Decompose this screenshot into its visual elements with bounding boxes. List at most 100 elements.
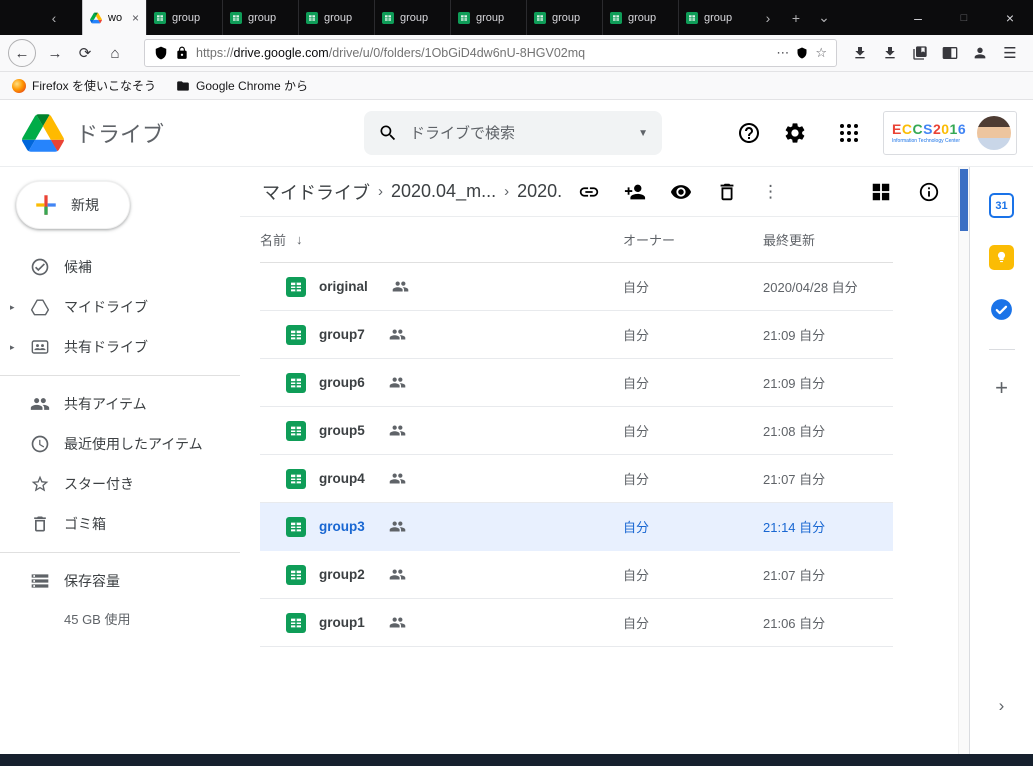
preview-eye-icon[interactable] <box>670 181 692 203</box>
table-row[interactable]: group3 自分 21:14 自分 <box>260 503 893 551</box>
storage-used-label: 45 GB 使用 <box>0 609 240 628</box>
help-icon[interactable] <box>737 121 761 145</box>
column-header-name[interactable]: 名前 ↓ <box>260 230 623 249</box>
drive-search-box[interactable]: ▼ <box>364 111 662 155</box>
breadcrumb-folder[interactable]: 2020.04_m... <box>391 181 496 202</box>
table-row[interactable]: group6 自分 21:09 自分 <box>260 359 893 407</box>
library-button[interactable] <box>905 38 935 68</box>
sheets-icon <box>154 12 166 24</box>
get-link-icon[interactable] <box>578 181 600 203</box>
sheets-icon <box>382 12 394 24</box>
check-circle-icon <box>30 257 50 277</box>
sidebar-item-trash[interactable]: ゴミ箱 <box>0 504 240 544</box>
file-name-cell: group3 <box>260 517 623 537</box>
delete-trash-icon[interactable] <box>716 181 738 203</box>
downloads-button[interactable] <box>875 38 905 68</box>
sidebar-item-shared-drives[interactable]: ▸ 共有ドライブ <box>0 327 240 367</box>
save-page-button[interactable] <box>845 38 875 68</box>
table-row[interactable]: group4 自分 21:07 自分 <box>260 455 893 503</box>
expander-icon[interactable]: ▸ <box>10 302 15 313</box>
collapse-panel-chevron-icon[interactable]: › <box>999 696 1005 716</box>
table-row[interactable]: group2 自分 21:07 自分 <box>260 551 893 599</box>
tab[interactable]: group <box>146 0 222 35</box>
info-icon[interactable] <box>918 181 940 203</box>
search-input[interactable] <box>410 125 626 142</box>
reload-button[interactable]: ⟳ <box>70 38 100 68</box>
scrollbar-thumb[interactable] <box>960 169 968 231</box>
sidebar-item-label: マイドライブ <box>64 297 148 317</box>
page-actions-icon[interactable]: ⋯ <box>776 45 789 61</box>
avatar[interactable] <box>977 116 1011 150</box>
new-button[interactable]: 新規 <box>16 181 130 229</box>
file-modified: 21:09 自分 <box>763 373 893 392</box>
scroll-tabs-right-button[interactable]: › <box>754 0 782 35</box>
tab[interactable]: group <box>602 0 678 35</box>
tab[interactable]: group <box>678 0 754 35</box>
sidebar-item-my-drive[interactable]: ▸ マイドライブ <box>0 287 240 327</box>
account-badge[interactable]: ECCS2016 Information Technology Center <box>883 111 1017 155</box>
tasks-icon[interactable] <box>989 297 1014 322</box>
settings-gear-icon[interactable] <box>783 121 807 145</box>
back-button[interactable]: ← <box>8 39 36 67</box>
tab-close-icon[interactable]: × <box>132 11 139 25</box>
share-person-add-icon[interactable] <box>624 181 646 203</box>
url-text[interactable]: https://drive.google.com/drive/u/0/folde… <box>196 46 769 60</box>
tab[interactable]: group <box>298 0 374 35</box>
sidebar-item-storage[interactable]: 保存容量 <box>0 561 240 601</box>
expander-icon[interactable]: ▸ <box>10 342 15 353</box>
add-addon-plus-icon[interactable]: + <box>995 377 1008 399</box>
column-header-modified[interactable]: 最終更新 <box>763 230 893 249</box>
search-icon[interactable] <box>378 123 398 143</box>
tab[interactable]: group <box>222 0 298 35</box>
minimize-button[interactable]: – <box>895 0 941 35</box>
page-scrollbar[interactable] <box>958 167 969 754</box>
shared-people-icon <box>389 422 406 439</box>
close-button[interactable]: × <box>987 0 1033 35</box>
bookmark-folder-chrome[interactable]: Google Chrome から <box>176 77 308 94</box>
new-tab-button[interactable]: + <box>782 0 810 35</box>
tab[interactable]: group <box>374 0 450 35</box>
drive-logo[interactable]: ドライブ <box>0 114 240 152</box>
table-row[interactable]: group7 自分 21:09 自分 <box>260 311 893 359</box>
sidebar-item-shared-with-me[interactable]: 共有アイテム <box>0 384 240 424</box>
more-actions-icon[interactable]: ⋮ <box>762 182 779 202</box>
shared-people-icon <box>389 374 406 391</box>
table-row[interactable]: group5 自分 21:08 自分 <box>260 407 893 455</box>
bookmark-firefox[interactable]: Firefox を使いこなそう <box>12 77 156 94</box>
forward-button[interactable]: → <box>40 38 70 68</box>
address-bar[interactable]: https://drive.google.com/drive/u/0/folde… <box>144 39 837 67</box>
breadcrumb-my-drive[interactable]: マイドライブ <box>262 179 370 205</box>
sidebar-item-priority[interactable]: 候補 <box>0 247 240 287</box>
bookmark-star-icon[interactable]: ☆ <box>815 45 827 61</box>
tab[interactable]: group <box>526 0 602 35</box>
file-owner: 自分 <box>623 421 763 440</box>
sidebar-item-starred[interactable]: スター付き <box>0 464 240 504</box>
people-icon <box>30 394 50 414</box>
lock-icon[interactable] <box>175 46 189 60</box>
list-all-tabs-button[interactable]: ⌄ <box>810 0 838 35</box>
tracking-protection-shield-icon[interactable] <box>154 46 168 60</box>
account-button[interactable] <box>965 38 995 68</box>
table-row[interactable]: original 自分 2020/04/28 自分 <box>260 263 893 311</box>
pocket-shield-icon[interactable] <box>796 47 808 59</box>
sidebars-button[interactable] <box>935 38 965 68</box>
menu-button[interactable]: ☰ <box>995 38 1025 68</box>
calendar-icon[interactable]: 31 <box>989 193 1014 218</box>
active-tab[interactable]: wo × <box>82 0 146 35</box>
breadcrumb-current-folder[interactable]: 2020. <box>517 181 562 202</box>
bookmark-label: Google Chrome から <box>196 77 308 94</box>
tab-label: group <box>552 12 580 24</box>
keep-icon[interactable] <box>989 245 1014 270</box>
google-apps-grid-icon[interactable] <box>837 121 861 145</box>
scroll-tabs-left-button[interactable]: ‹ <box>40 10 68 26</box>
search-options-caret-icon[interactable]: ▼ <box>638 128 648 139</box>
table-row[interactable]: group1 自分 21:06 自分 <box>260 599 893 647</box>
tab[interactable]: group <box>450 0 526 35</box>
grid-view-icon[interactable] <box>870 181 892 203</box>
home-button[interactable]: ⌂ <box>100 38 130 68</box>
maximize-button[interactable]: □ <box>941 0 987 35</box>
sidebar-item-recent[interactable]: 最近使用したアイテム <box>0 424 240 464</box>
sort-descending-icon[interactable]: ↓ <box>296 232 303 247</box>
new-button-label: 新規 <box>71 195 99 215</box>
column-header-owner[interactable]: オーナー <box>623 230 763 249</box>
